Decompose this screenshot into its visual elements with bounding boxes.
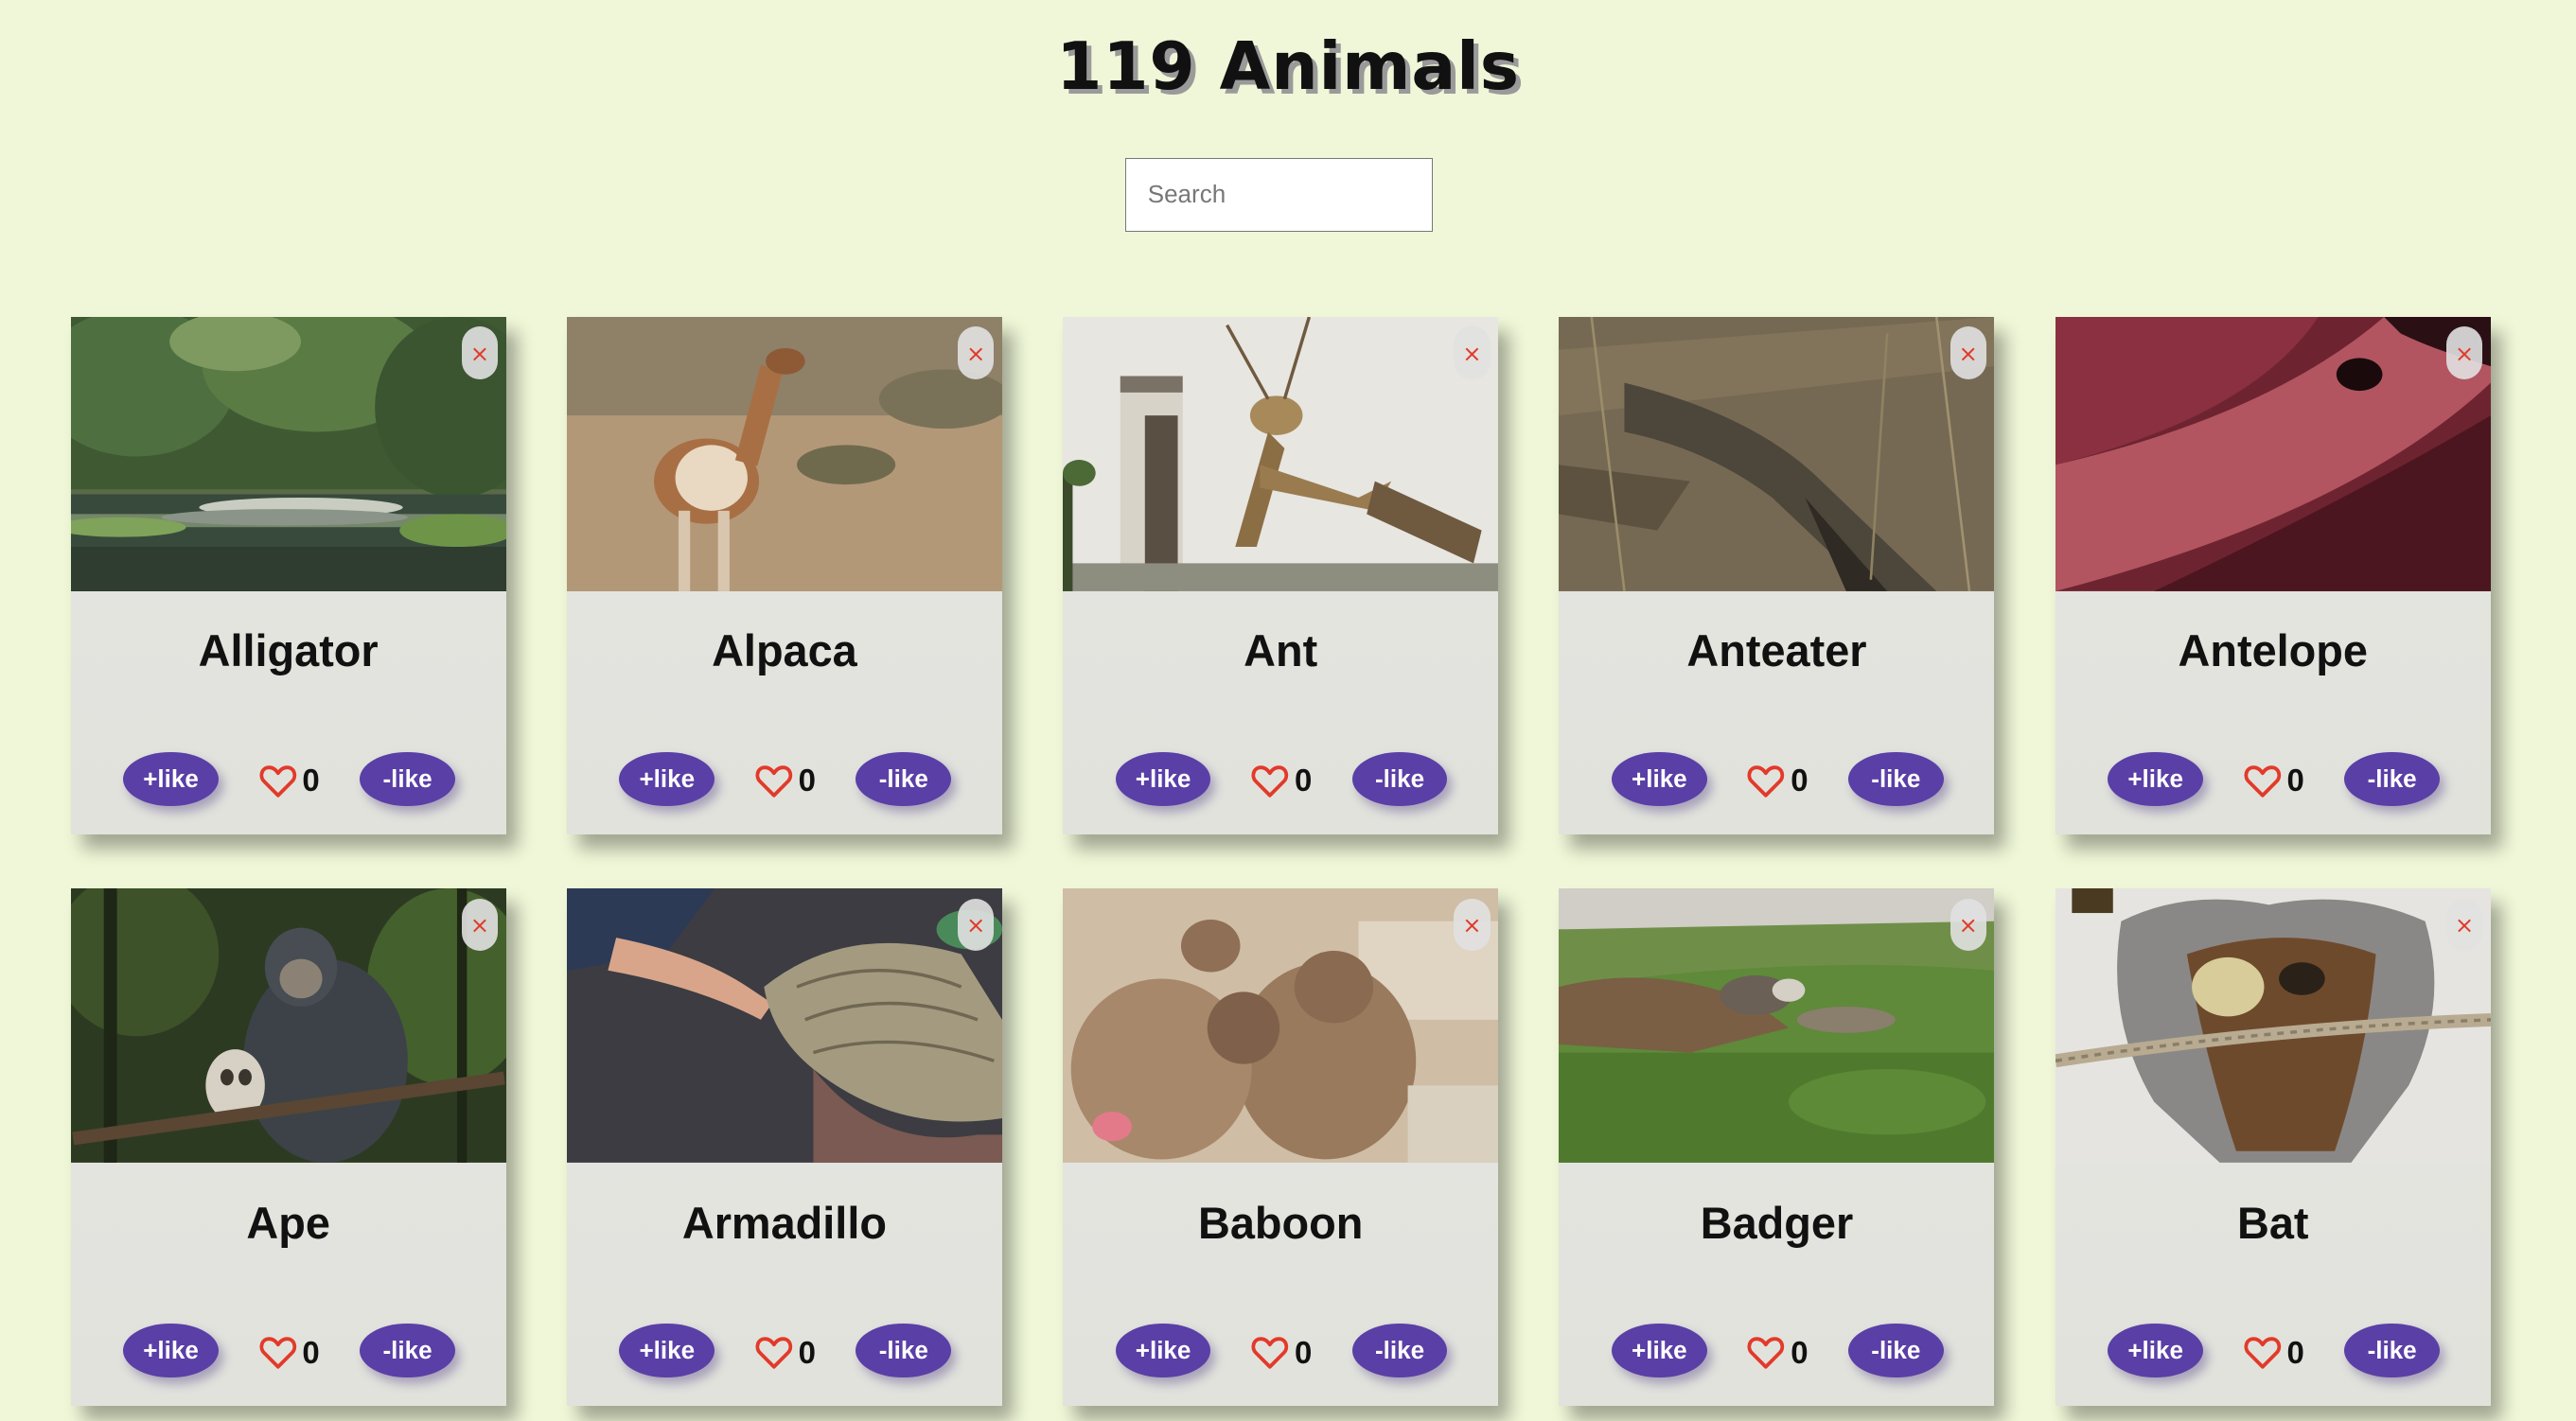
like-button[interactable]: +like bbox=[619, 752, 715, 807]
like-counter: 0 bbox=[258, 1332, 320, 1373]
animal-name: Alpaca bbox=[712, 626, 857, 676]
remove-card-button[interactable]: × bbox=[1454, 898, 1491, 952]
unlike-button[interactable]: -like bbox=[856, 752, 952, 807]
animal-card-ape: × Ape +like 0 -like bbox=[70, 888, 506, 1406]
animal-name: Ape bbox=[246, 1198, 330, 1248]
remove-card-button[interactable]: × bbox=[2445, 326, 2483, 379]
animal-card-ant: × Ant +like 0 -like bbox=[1063, 317, 1499, 834]
like-button[interactable]: +like bbox=[1612, 1324, 1707, 1378]
animal-card-antelope: × Antelope +like 0 -like bbox=[2055, 317, 2491, 834]
animal-card-alpaca: × Alpaca +like 0 -like bbox=[566, 317, 1002, 834]
heart-icon bbox=[755, 765, 792, 798]
like-counter: 0 bbox=[754, 761, 816, 801]
like-counter: 0 bbox=[2243, 1332, 2304, 1373]
like-counter: 0 bbox=[1746, 761, 1808, 801]
heart-icon bbox=[1251, 1337, 1289, 1370]
remove-card-button[interactable]: × bbox=[1950, 326, 1986, 379]
unlike-button[interactable]: -like bbox=[856, 1324, 952, 1378]
like-counter: 0 bbox=[1250, 761, 1312, 801]
like-counter: 0 bbox=[1746, 1332, 1808, 1373]
like-count: 0 bbox=[302, 763, 320, 798]
like-count: 0 bbox=[1294, 1334, 1313, 1370]
heart-icon bbox=[1251, 765, 1289, 798]
animal-name: Badger bbox=[1700, 1198, 1854, 1248]
like-counter: 0 bbox=[2243, 761, 2304, 801]
like-button[interactable]: +like bbox=[2108, 752, 2203, 807]
alpaca-photo bbox=[566, 317, 1002, 591]
remove-card-button[interactable]: × bbox=[958, 326, 995, 379]
like-count: 0 bbox=[2286, 1334, 2304, 1370]
animal-name: Alligator bbox=[198, 626, 379, 676]
remove-card-button[interactable]: × bbox=[1454, 326, 1491, 379]
like-count: 0 bbox=[1791, 763, 1808, 798]
remove-card-button[interactable]: × bbox=[958, 898, 995, 952]
unlike-button[interactable]: -like bbox=[1847, 752, 1944, 807]
heart-icon bbox=[755, 1337, 792, 1370]
search-input[interactable] bbox=[1125, 157, 1433, 232]
animal-name: Bat bbox=[2236, 1198, 2309, 1248]
animal-name: Antelope bbox=[2178, 626, 2368, 676]
like-count: 0 bbox=[1294, 763, 1313, 798]
animal-card-bat: × Bat +like 0 -like bbox=[2055, 888, 2491, 1406]
animal-card-anteater: × Anteater +like 0 -like bbox=[1559, 317, 1995, 834]
bat-photo bbox=[2055, 888, 2491, 1164]
animal-card-alligator: × Alligator +like 0 -like bbox=[70, 317, 506, 834]
heart-icon bbox=[2244, 1337, 2281, 1370]
unlike-button[interactable]: -like bbox=[1351, 1324, 1448, 1378]
baboon-photo bbox=[1063, 888, 1499, 1164]
animal-name: Baboon bbox=[1198, 1198, 1364, 1248]
remove-card-button[interactable]: × bbox=[461, 898, 498, 952]
like-button[interactable]: +like bbox=[619, 1324, 715, 1378]
remove-card-button[interactable]: × bbox=[461, 326, 498, 379]
like-button[interactable]: +like bbox=[1115, 752, 1211, 807]
page-title: 119 Animals bbox=[1056, 29, 1520, 106]
ant-photo bbox=[1063, 317, 1499, 591]
remove-card-button[interactable]: × bbox=[1950, 898, 1986, 952]
heart-icon bbox=[1747, 1337, 1785, 1370]
ape-photo bbox=[70, 888, 506, 1164]
animal-name: Armadillo bbox=[681, 1198, 887, 1248]
unlike-button[interactable]: -like bbox=[2344, 1324, 2440, 1378]
like-button[interactable]: +like bbox=[1612, 752, 1707, 807]
unlike-button[interactable]: -like bbox=[1351, 752, 1448, 807]
animal-name: Anteater bbox=[1686, 626, 1867, 676]
animal-card-baboon: × Baboon +like 0 -like bbox=[1063, 888, 1499, 1406]
like-button[interactable]: +like bbox=[123, 1324, 219, 1378]
like-button[interactable]: +like bbox=[123, 752, 219, 807]
unlike-button[interactable]: -like bbox=[1847, 1324, 1944, 1378]
like-counter: 0 bbox=[258, 761, 320, 801]
unlike-button[interactable]: -like bbox=[2344, 752, 2440, 807]
like-counter: 0 bbox=[1250, 1332, 1312, 1373]
heart-icon bbox=[2244, 765, 2281, 798]
heart-icon bbox=[259, 765, 296, 798]
like-count: 0 bbox=[798, 1334, 816, 1370]
alligator-photo bbox=[70, 317, 506, 591]
unlike-button[interactable]: -like bbox=[360, 1324, 455, 1378]
animal-card-armadillo: × Armadillo +like 0 -like bbox=[566, 888, 1002, 1406]
anteater-photo bbox=[1559, 317, 1995, 591]
unlike-button[interactable]: -like bbox=[360, 752, 455, 807]
like-count: 0 bbox=[798, 763, 816, 798]
animal-name: Ant bbox=[1244, 626, 1318, 676]
heart-icon bbox=[259, 1337, 296, 1370]
antelope-photo bbox=[2055, 317, 2491, 591]
like-count: 0 bbox=[302, 1334, 320, 1370]
like-count: 0 bbox=[2286, 763, 2304, 798]
like-button[interactable]: +like bbox=[2108, 1324, 2203, 1378]
animal-card-badger: × Badger +like 0 -like bbox=[1559, 888, 1995, 1406]
heart-icon bbox=[1747, 765, 1785, 798]
armadillo-photo bbox=[566, 888, 1002, 1164]
like-button[interactable]: +like bbox=[1115, 1324, 1211, 1378]
like-count: 0 bbox=[1791, 1334, 1808, 1370]
badger-photo bbox=[1559, 888, 1995, 1164]
like-counter: 0 bbox=[754, 1332, 816, 1373]
remove-card-button[interactable]: × bbox=[2445, 898, 2483, 952]
